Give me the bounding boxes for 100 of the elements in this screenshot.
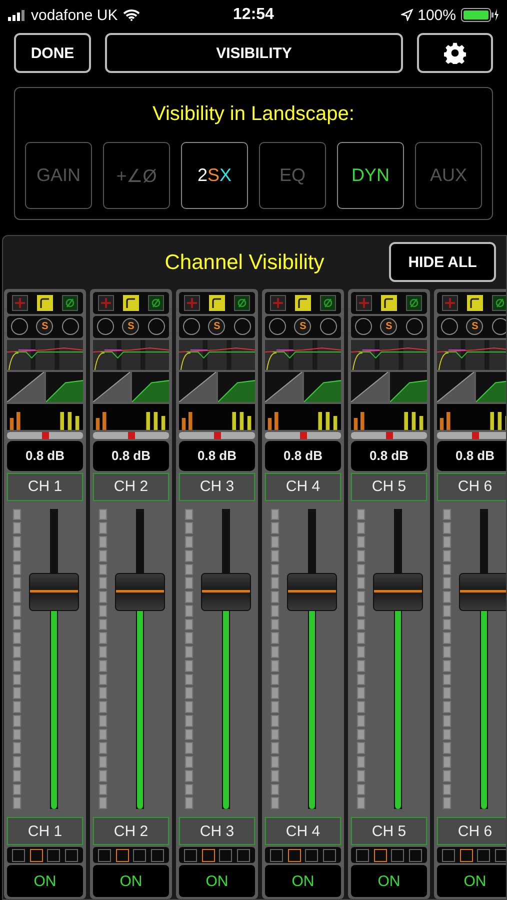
group-button[interactable] [460, 848, 473, 862]
hide-all-button[interactable]: HIDE ALL [389, 242, 496, 282]
filter-icon[interactable] [294, 294, 311, 311]
circle-button[interactable] [183, 318, 200, 336]
circle-button[interactable] [234, 318, 251, 336]
gain-readout: 0.8 dB [7, 440, 83, 471]
pan-slider[interactable] [7, 432, 83, 439]
plus-icon[interactable] [12, 294, 28, 311]
channel-name[interactable]: CH 6 [437, 472, 506, 501]
channel-name[interactable]: CH 2 [93, 817, 169, 846]
phase-icon[interactable] [492, 294, 506, 311]
group-button[interactable] [391, 848, 404, 862]
plus-icon[interactable] [98, 294, 114, 311]
group-button[interactable] [408, 848, 422, 862]
section-toggle[interactable]: 2SX [181, 142, 248, 209]
solo-button[interactable]: S [208, 318, 226, 336]
plus-icon[interactable] [442, 294, 458, 311]
channel-name[interactable]: CH 3 [179, 817, 255, 846]
group-button[interactable] [236, 848, 250, 862]
on-button[interactable]: ON [437, 865, 506, 897]
phase-icon[interactable] [406, 294, 422, 311]
compressor-graph-icon [46, 372, 83, 402]
group-button[interactable] [219, 848, 232, 862]
group-button[interactable] [184, 848, 198, 862]
channel-name[interactable]: CH 6 [437, 817, 506, 846]
channel-name[interactable]: CH 5 [351, 817, 427, 846]
on-button[interactable]: ON [7, 865, 83, 897]
channel-name[interactable]: CH 3 [179, 472, 255, 501]
solo-button[interactable]: S [122, 318, 140, 336]
on-button[interactable]: ON [351, 865, 427, 897]
circle-button[interactable] [62, 318, 79, 336]
circle-button[interactable] [148, 318, 165, 336]
phase-icon[interactable] [62, 294, 78, 311]
group-button[interactable] [98, 848, 112, 862]
filter-icon[interactable] [380, 294, 397, 311]
channel-name[interactable]: CH 5 [351, 472, 427, 501]
group-button[interactable] [133, 848, 146, 862]
circle-button[interactable] [320, 318, 337, 336]
circle-button[interactable] [406, 318, 423, 336]
group-button[interactable] [30, 848, 43, 862]
circle-button[interactable] [269, 318, 286, 336]
fader-knob[interactable] [201, 572, 251, 611]
channel-name[interactable]: CH 4 [265, 817, 341, 846]
channel-name[interactable]: CH 2 [93, 472, 169, 501]
pan-slider[interactable] [351, 432, 427, 439]
group-button[interactable] [12, 848, 26, 862]
pan-slider[interactable] [265, 432, 341, 439]
phase-icon[interactable] [148, 294, 164, 311]
circle-button[interactable] [492, 318, 506, 336]
channel-name[interactable]: CH 1 [7, 472, 83, 501]
on-button[interactable]: ON [265, 865, 341, 897]
pan-slider[interactable] [179, 432, 255, 439]
solo-button[interactable]: S [380, 318, 398, 336]
fader-knob[interactable] [373, 572, 423, 611]
plus-icon[interactable] [184, 294, 200, 311]
done-button[interactable]: DONE [14, 33, 91, 73]
fader-knob[interactable] [287, 572, 337, 611]
group-button[interactable] [47, 848, 60, 862]
group-button[interactable] [494, 848, 506, 862]
phase-icon[interactable] [234, 294, 250, 311]
circle-button[interactable] [441, 318, 458, 336]
group-button[interactable] [64, 848, 78, 862]
circle-button[interactable] [355, 318, 372, 336]
plus-icon[interactable] [356, 294, 372, 311]
group-button[interactable] [477, 848, 490, 862]
group-button[interactable] [374, 848, 387, 862]
filter-icon[interactable] [208, 294, 225, 311]
group-button[interactable] [116, 848, 129, 862]
filter-icon[interactable] [466, 294, 483, 311]
group-button[interactable] [356, 848, 370, 862]
channel-name[interactable]: CH 1 [7, 817, 83, 846]
fader-knob[interactable] [115, 572, 165, 611]
group-button[interactable] [150, 848, 164, 862]
solo-button[interactable]: S [466, 318, 484, 336]
on-button[interactable]: ON [93, 865, 169, 897]
on-button[interactable]: ON [179, 865, 255, 897]
solo-button[interactable]: S [36, 318, 54, 336]
filter-icon[interactable] [36, 294, 53, 311]
gate-graph-icon [437, 372, 474, 402]
channel-name[interactable]: CH 4 [265, 472, 341, 501]
group-button[interactable] [322, 848, 336, 862]
circle-button[interactable] [11, 318, 28, 336]
plus-icon[interactable] [270, 294, 286, 311]
fader-knob[interactable] [29, 572, 79, 611]
section-toggle[interactable]: DYN [337, 142, 404, 209]
pan-slider[interactable] [437, 432, 506, 439]
phase-icon[interactable] [320, 294, 336, 311]
group-button[interactable] [288, 848, 301, 862]
circle-button[interactable] [97, 318, 114, 336]
fader-knob[interactable] [459, 572, 506, 611]
solo-button[interactable]: S [294, 318, 312, 336]
group-button[interactable] [305, 848, 318, 862]
pan-slider[interactable] [93, 432, 169, 439]
group-button[interactable] [270, 848, 284, 862]
group-button[interactable] [442, 848, 456, 862]
wifi-icon [122, 9, 140, 21]
filter-icon[interactable] [122, 294, 139, 311]
group-button[interactable] [202, 848, 215, 862]
view-title: VISIBILITY [105, 33, 403, 73]
settings-button[interactable] [417, 33, 493, 73]
